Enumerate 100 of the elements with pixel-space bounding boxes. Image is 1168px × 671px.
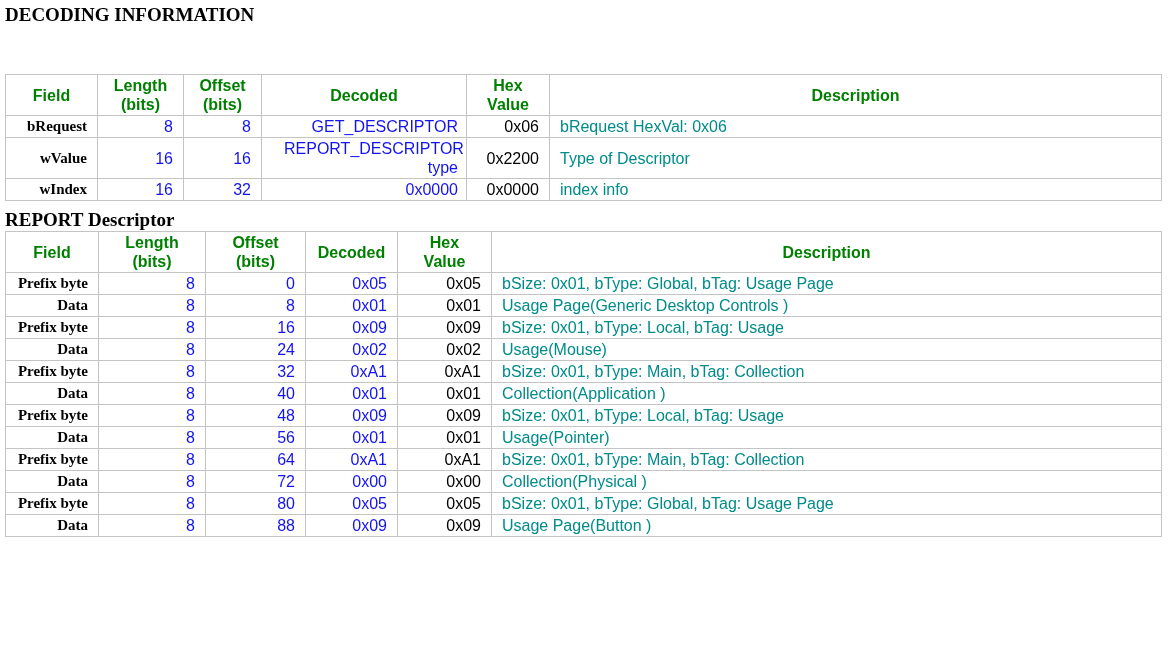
table-cell: 80 (205, 492, 306, 515)
table-cell: 8 (97, 115, 184, 138)
table-cell: 16 (97, 178, 184, 201)
table-cell: Collection(Physical ) (491, 470, 1162, 493)
table-cell: 0x05 (397, 272, 492, 295)
column-header: Decoded (305, 231, 398, 273)
table-cell: 0x01 (305, 294, 398, 317)
field-name: Data (57, 384, 88, 403)
table-cell: 0xA1 (305, 360, 398, 383)
table-cell: 8 (98, 316, 206, 339)
table-cell: 0x01 (305, 426, 398, 449)
table-cell: 0xA1 (397, 360, 492, 383)
table-cell: 48 (205, 404, 306, 427)
table-cell: 0 (205, 272, 306, 295)
table-cell: 8 (98, 492, 206, 515)
table-cell: 0x05 (305, 272, 398, 295)
table-cell: 8 (183, 115, 262, 138)
table-cell: 0x01 (397, 426, 492, 449)
table-cell: 40 (205, 382, 306, 405)
table-cell: 88 (205, 514, 306, 537)
field-name: Prefix byte (17, 406, 88, 425)
field-name: wValue (40, 148, 87, 168)
table-cell: 56 (205, 426, 306, 449)
table-cell: 0xA1 (397, 448, 492, 471)
table-cell: 0x05 (305, 492, 398, 515)
field-name: Prefix byte (17, 494, 88, 513)
table-cell: 0x00 (305, 470, 398, 493)
table-cell: 16 (205, 316, 306, 339)
column-header: Length (bits) (97, 74, 184, 116)
field-name: Prefix byte (17, 318, 88, 337)
section-title: REPORT Descriptor (5, 209, 175, 231)
table-cell: bSize: 0x01, bType: Global, bTag: Usage Page (491, 272, 1162, 295)
table-cell: bSize: 0x01, bType: Global, bTag: Usage Page (491, 492, 1162, 515)
table-cell: 8 (98, 426, 206, 449)
table-cell: 0x09 (305, 514, 398, 537)
table-cell: 0x09 (397, 514, 492, 537)
table-cell: 0x0000 (261, 178, 467, 201)
table-cell: 0x02 (305, 338, 398, 361)
table-cell: bSize: 0x01, bType: Main, bTag: Collection (491, 448, 1162, 471)
table-cell: 8 (205, 294, 306, 317)
table-cell: 0x09 (397, 404, 492, 427)
section-title: DECODING INFORMATION (5, 4, 255, 26)
table-cell: 16 (183, 137, 262, 179)
table-cell: 16 (97, 137, 184, 179)
table-cell: 8 (98, 360, 206, 383)
table-cell: bSize: 0x01, bType: Local, bTag: Usage (491, 404, 1162, 427)
table-cell: 0x09 (397, 316, 492, 339)
field-name: Prefix byte (17, 362, 88, 381)
column-header: Hex Value (466, 74, 550, 116)
column-header: Hex Value (397, 231, 492, 273)
field-name: Data (57, 296, 88, 315)
column-header: Field (5, 231, 99, 273)
table-cell: 0x2200 (466, 137, 550, 179)
table-cell: 0x01 (397, 382, 492, 405)
field-name: bRequest (27, 117, 87, 136)
table-cell: Usage(Mouse) (491, 338, 1162, 361)
table-cell: 8 (98, 448, 206, 471)
column-header: Offset (bits) (183, 74, 262, 116)
table-cell: 32 (183, 178, 262, 201)
table-cell: 8 (98, 470, 206, 493)
field-name: Data (57, 516, 88, 535)
table-cell: 8 (98, 294, 206, 317)
column-header: Offset (bits) (205, 231, 306, 273)
table-cell: 0x01 (397, 294, 492, 317)
table-cell: 8 (98, 272, 206, 295)
table-cell: REPORT_DESCRIPTOR type (261, 137, 467, 179)
table-cell: 32 (205, 360, 306, 383)
table-cell: bSize: 0x01, bType: Main, bTag: Collection (491, 360, 1162, 383)
field-name: wIndex (39, 180, 87, 199)
field-name: Data (57, 428, 88, 447)
table-cell: 8 (98, 338, 206, 361)
field-name: Prefix byte (17, 274, 88, 293)
column-header: Field (5, 74, 98, 116)
table-cell: 8 (98, 382, 206, 405)
table-cell: 8 (98, 514, 206, 537)
table-cell: bRequest HexVal: 0x06 (549, 115, 1162, 138)
column-header: Length (bits) (98, 231, 206, 273)
table-cell: Type of Descriptor (549, 137, 1162, 179)
table-cell: 0x09 (305, 316, 398, 339)
table-cell: Collection(Application ) (491, 382, 1162, 405)
table-cell: 0x02 (397, 338, 492, 361)
column-header: Description (549, 74, 1162, 116)
table-cell: 0x0000 (466, 178, 550, 201)
field-name: Prefix byte (17, 450, 88, 469)
column-header: Decoded (261, 74, 467, 116)
table-cell: GET_DESCRIPTOR (261, 115, 467, 138)
table-cell: 24 (205, 338, 306, 361)
table-cell: 0xA1 (305, 448, 398, 471)
table-cell: bSize: 0x01, bType: Local, bTag: Usage (491, 316, 1162, 339)
table-cell: Usage(Pointer) (491, 426, 1162, 449)
table-cell: 0x09 (305, 404, 398, 427)
table-cell: Usage Page(Generic Desktop Controls ) (491, 294, 1162, 317)
table-cell: 72 (205, 470, 306, 493)
table-cell: 64 (205, 448, 306, 471)
table-cell: 8 (98, 404, 206, 427)
table-cell: index info (549, 178, 1162, 201)
table-cell: 0x06 (466, 115, 550, 138)
column-header: Description (491, 231, 1162, 273)
field-name: Data (57, 472, 88, 491)
table-cell: Usage Page(Button ) (491, 514, 1162, 537)
